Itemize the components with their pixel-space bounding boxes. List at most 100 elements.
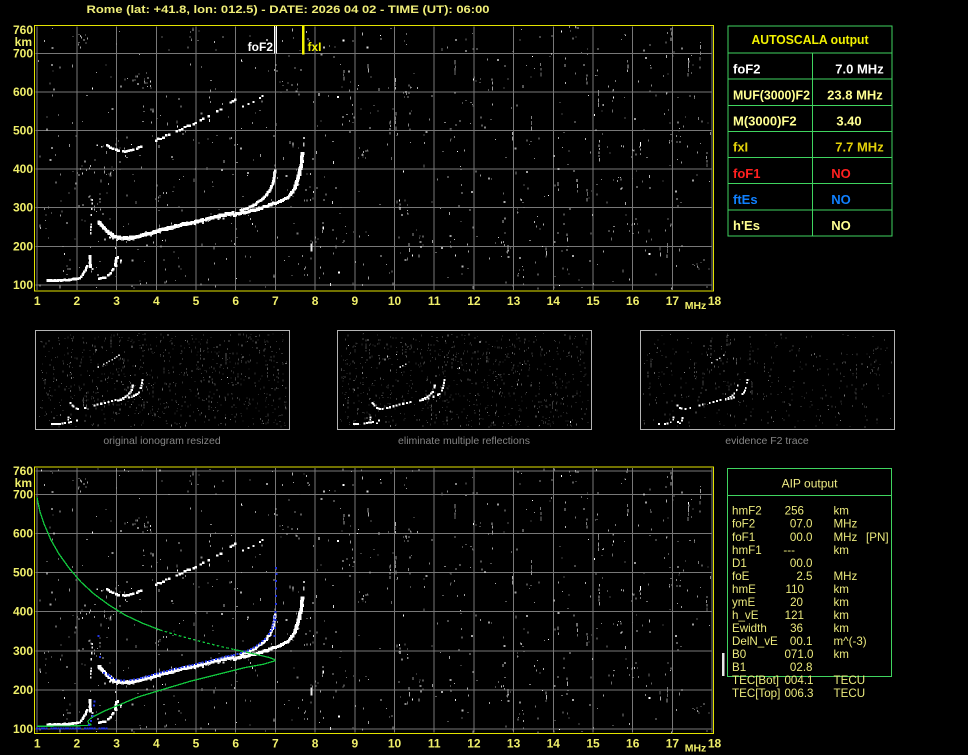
svg-text:11: 11 — [428, 736, 441, 750]
svg-text:700: 700 — [13, 46, 33, 60]
svg-text:2: 2 — [74, 294, 81, 308]
svg-text:fxI: fxI — [308, 40, 322, 54]
svg-text:km: km — [834, 622, 849, 635]
svg-text:5: 5 — [193, 736, 200, 750]
svg-text:200: 200 — [13, 683, 33, 697]
svg-text:NO: NO — [831, 192, 851, 207]
svg-text:3: 3 — [113, 294, 120, 308]
svg-text:NO: NO — [831, 166, 851, 181]
svg-text:18: 18 — [708, 294, 722, 308]
svg-text:15: 15 — [586, 736, 600, 750]
svg-text:200: 200 — [13, 239, 33, 253]
svg-text:1: 1 — [34, 294, 41, 308]
svg-text:foE: foE — [732, 570, 750, 583]
svg-text:---: --- — [783, 544, 795, 557]
svg-text:7.0 MHz: 7.0 MHz — [835, 61, 884, 76]
svg-text:6: 6 — [232, 736, 239, 750]
svg-text:4: 4 — [153, 294, 160, 308]
svg-text:12: 12 — [467, 736, 481, 750]
svg-text:16: 16 — [626, 294, 640, 308]
svg-text:400: 400 — [13, 605, 33, 619]
svg-text:MHz: MHz — [685, 742, 707, 754]
svg-text:9: 9 — [351, 736, 358, 750]
svg-text:400: 400 — [13, 162, 33, 176]
svg-text:11: 11 — [428, 294, 441, 308]
svg-text:km: km — [834, 583, 849, 596]
svg-text:07.0: 07.0 — [790, 518, 813, 531]
svg-text:evidence F2 trace: evidence F2 trace — [725, 435, 809, 447]
svg-text:km: km — [834, 505, 849, 518]
svg-text:071.0: 071.0 — [784, 648, 813, 661]
svg-text:AIP output: AIP output — [782, 477, 838, 491]
svg-text:km: km — [834, 609, 849, 622]
svg-text:foF2: foF2 — [248, 40, 274, 54]
svg-text:17: 17 — [666, 736, 680, 750]
svg-text:16: 16 — [626, 736, 640, 750]
svg-text:TEC[Bot]: TEC[Bot] — [732, 674, 779, 687]
svg-text:MHz: MHz — [834, 531, 858, 544]
svg-text:fxI: fxI — [733, 140, 748, 155]
svg-text:6: 6 — [232, 294, 239, 308]
svg-text:8: 8 — [312, 736, 319, 750]
svg-text:TECU: TECU — [834, 674, 866, 687]
svg-text:1: 1 — [34, 736, 41, 750]
svg-text:Ewidth: Ewidth — [732, 622, 767, 635]
svg-text:4: 4 — [153, 736, 160, 750]
svg-text:121: 121 — [785, 609, 804, 622]
svg-text:[PN]: [PN] — [866, 531, 889, 544]
svg-text:18: 18 — [708, 736, 722, 750]
svg-text:2.5: 2.5 — [796, 570, 812, 583]
svg-text:7: 7 — [272, 736, 279, 750]
svg-text:00.0: 00.0 — [790, 531, 813, 544]
svg-text:3.40: 3.40 — [836, 114, 861, 129]
svg-text:original ionogram resized: original ionogram resized — [103, 435, 220, 447]
svg-text:M(3000)F2: M(3000)F2 — [733, 114, 797, 129]
svg-text:300: 300 — [13, 201, 33, 215]
svg-text:006.3: 006.3 — [784, 687, 813, 700]
svg-text:5: 5 — [193, 294, 200, 308]
svg-text:110: 110 — [786, 583, 804, 596]
svg-text:B0: B0 — [732, 648, 746, 661]
svg-text:17: 17 — [666, 294, 680, 308]
svg-text:7.7 MHz: 7.7 MHz — [835, 140, 884, 155]
svg-text:km: km — [834, 596, 849, 609]
svg-text:AUTOSCALA output: AUTOSCALA output — [752, 32, 870, 47]
svg-text:02.8: 02.8 — [790, 661, 813, 674]
svg-text:9: 9 — [351, 294, 358, 308]
svg-text:D1: D1 — [732, 557, 747, 570]
svg-text:3: 3 — [113, 736, 120, 750]
svg-text:20: 20 — [790, 596, 803, 609]
svg-text:MHz: MHz — [834, 518, 858, 531]
svg-text:2: 2 — [74, 736, 81, 750]
svg-text:foF1: foF1 — [733, 166, 760, 181]
svg-text:km: km — [834, 544, 849, 557]
svg-text:hmE: hmE — [732, 583, 756, 596]
svg-text:100: 100 — [13, 278, 33, 292]
svg-text:foF2: foF2 — [732, 518, 755, 531]
svg-text:300: 300 — [13, 644, 33, 658]
svg-text:km: km — [834, 648, 849, 661]
svg-text:12: 12 — [467, 294, 481, 308]
svg-text:600: 600 — [13, 527, 33, 541]
svg-text:500: 500 — [13, 566, 33, 580]
svg-text:600: 600 — [13, 85, 33, 99]
svg-text:MHz: MHz — [685, 300, 707, 312]
svg-text:m^(-3): m^(-3) — [834, 635, 867, 648]
svg-text:eliminate multiple reflections: eliminate multiple reflections — [398, 435, 530, 447]
svg-text:10: 10 — [388, 736, 402, 750]
svg-text:DelN_vE: DelN_vE — [732, 635, 778, 648]
svg-text:14: 14 — [547, 294, 561, 308]
svg-text:ftEs: ftEs — [733, 192, 758, 207]
svg-text:100: 100 — [13, 722, 33, 736]
svg-text:NO: NO — [831, 218, 851, 233]
svg-text:foF1: foF1 — [732, 531, 755, 544]
svg-text:7: 7 — [272, 294, 279, 308]
svg-text:700: 700 — [13, 487, 33, 501]
svg-text:hmF2: hmF2 — [732, 505, 762, 518]
svg-text:TEC[Top]: TEC[Top] — [732, 687, 780, 700]
svg-text:13: 13 — [507, 294, 521, 308]
svg-text:MUF(3000)F2: MUF(3000)F2 — [733, 87, 810, 102]
svg-text:B1: B1 — [732, 661, 746, 674]
svg-text:h'Es: h'Es — [733, 218, 760, 233]
svg-text:15: 15 — [586, 294, 600, 308]
